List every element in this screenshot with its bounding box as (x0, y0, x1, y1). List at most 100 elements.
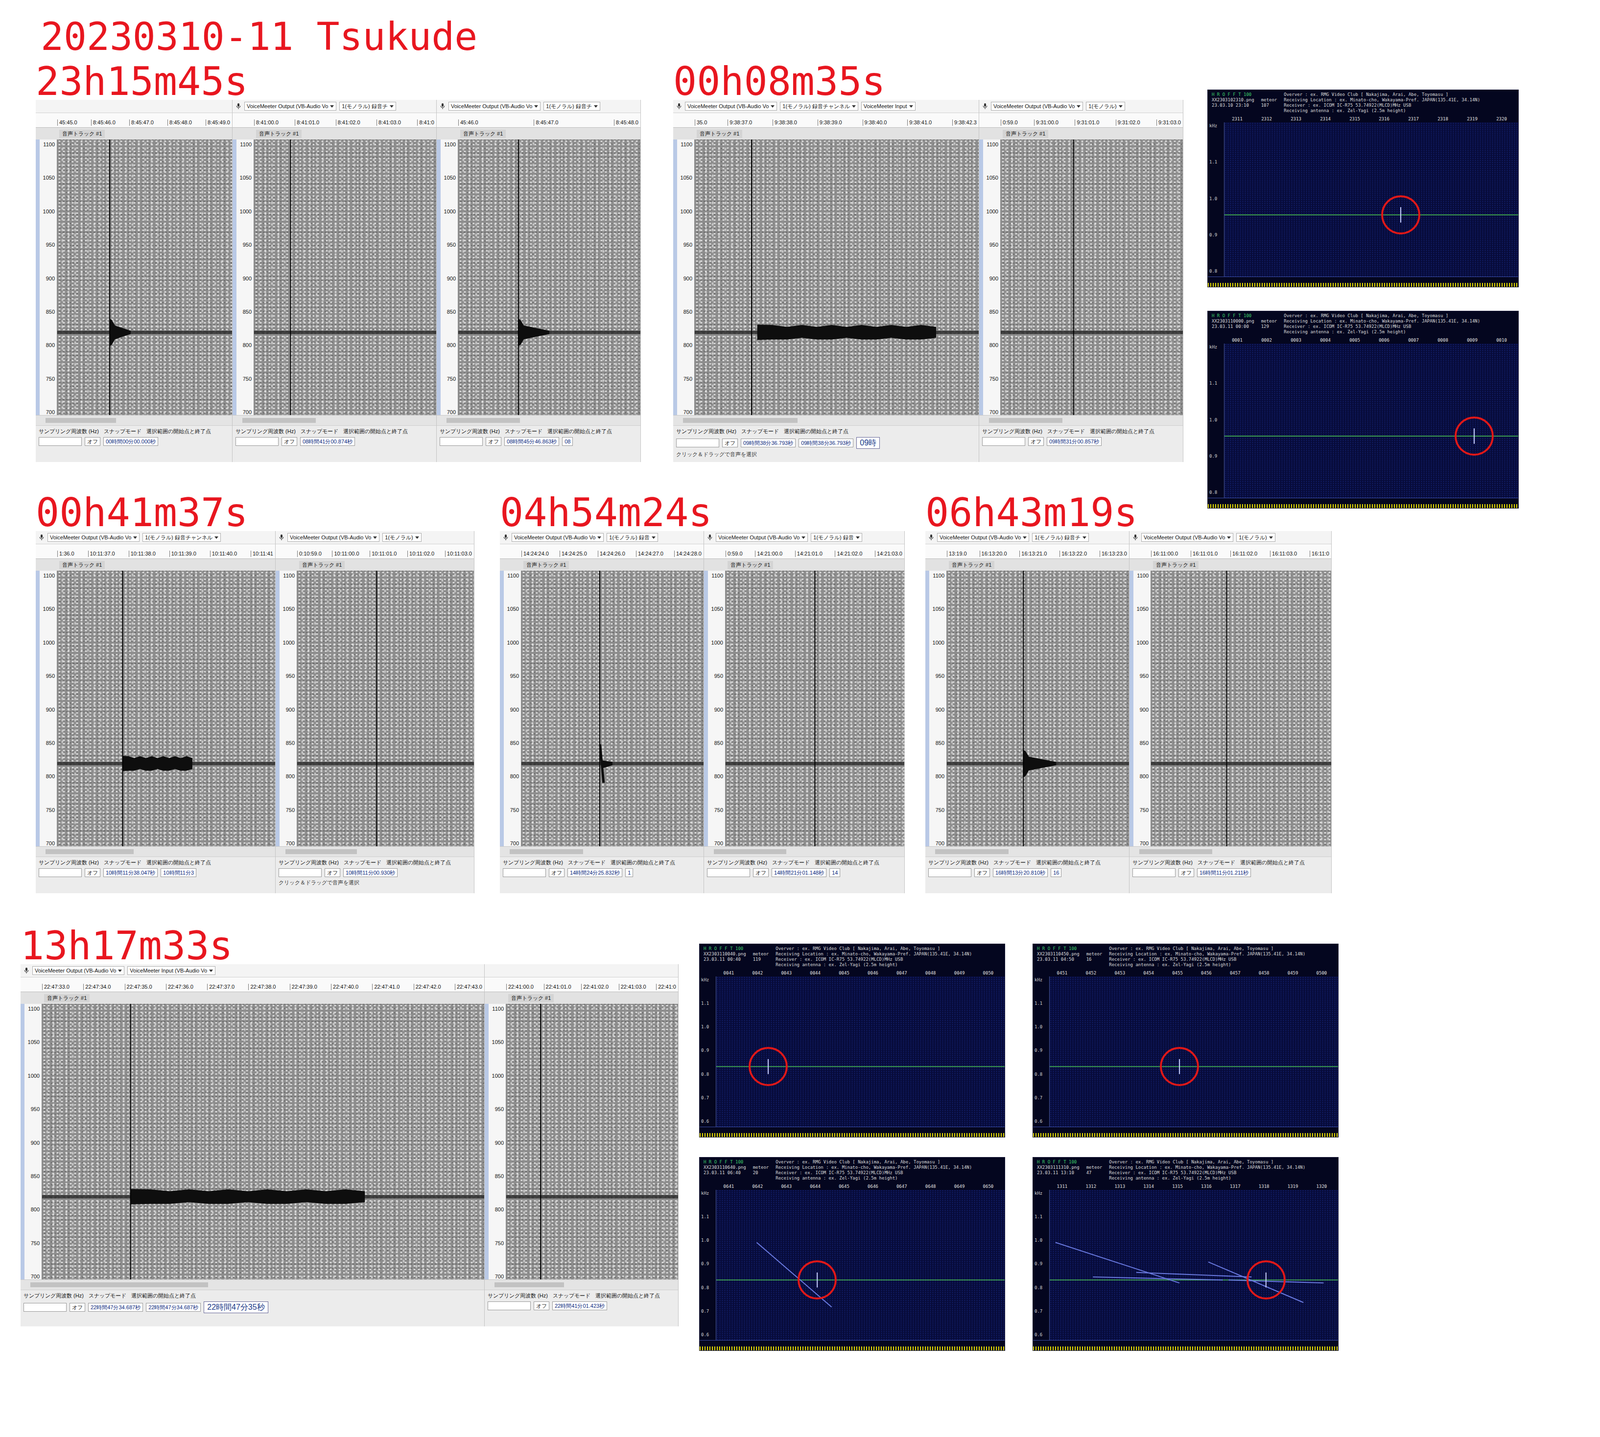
horizontal-scrollbar[interactable] (232, 415, 437, 426)
spectrogram[interactable] (946, 570, 1130, 847)
scroll-thumb[interactable] (242, 418, 316, 424)
rate-select[interactable] (38, 437, 82, 447)
play-cursor[interactable] (814, 570, 816, 847)
device-select[interactable]: VoiceMeeter Input (861, 101, 916, 111)
time-field[interactable]: 08時間41分00.874秒 (300, 437, 355, 447)
track-label[interactable]: 音声トラック #1 (523, 561, 569, 570)
time-ruler[interactable]: 16:11:00.016:11:01.016:11:02.016:11:03.0… (1129, 544, 1332, 560)
track-label[interactable]: 音声トラック #1 (299, 561, 345, 570)
device-select[interactable]: 1(モノラル) 録音チ (339, 101, 397, 111)
device-select[interactable]: 1(モノラル) 録音チャンネル (779, 101, 859, 111)
spectrogram[interactable] (1151, 570, 1332, 847)
scroll-thumb[interactable] (446, 418, 520, 424)
scroll-thumb[interactable] (45, 418, 117, 424)
track-label[interactable]: 音声トラック #1 (59, 129, 105, 139)
time-ruler[interactable]: 0:10:59.010:11:00.010:11:01.010:11:02.01… (275, 544, 474, 560)
horizontal-scrollbar[interactable] (499, 846, 704, 857)
spectrogram[interactable] (297, 570, 474, 847)
snap-select[interactable]: オフ (324, 868, 341, 878)
time-ruler[interactable]: 1:36.010:11:37.010:11:38.010:11:39.010:1… (35, 544, 276, 560)
time-field[interactable]: 08時間45分46.863秒 (504, 437, 560, 447)
track-label[interactable]: 音声トラック #1 (460, 129, 506, 139)
device-select[interactable]: VoiceMeeter Output (VB-Audio Vo (511, 533, 604, 542)
time-ruler[interactable]: 14:24:24.014:24:25.014:24:26.014:24:27.0… (499, 544, 704, 560)
horizontal-scrollbar[interactable] (484, 1279, 679, 1291)
time-field[interactable]: 00時間00分00.000秒 (103, 437, 159, 447)
horizontal-scrollbar[interactable] (925, 846, 1130, 857)
play-cursor[interactable] (376, 570, 377, 847)
scroll-thumb[interactable] (509, 849, 584, 855)
time-ruler[interactable]: 22:41:00.022:41:01.022:41:02.022:41:03.0… (484, 977, 679, 993)
device-select[interactable]: 1(モノラル) 録音チャンネル (142, 533, 221, 542)
time-ruler[interactable]: 0:59.014:21:00.014:21:01.014:21:02.014:2… (704, 544, 905, 560)
play-cursor[interactable] (1226, 570, 1228, 847)
rate-select[interactable] (38, 868, 82, 878)
track-label[interactable]: 音声トラック #1 (1002, 129, 1049, 139)
snap-select[interactable]: オフ (722, 438, 738, 448)
scroll-thumb[interactable] (713, 849, 787, 855)
play-cursor[interactable] (1022, 570, 1024, 847)
spectrogram[interactable] (254, 139, 437, 416)
horizontal-scrollbar[interactable] (979, 415, 1183, 426)
rate-select[interactable] (928, 868, 972, 878)
track-label[interactable]: 音声トラック #1 (727, 561, 774, 570)
play-cursor[interactable] (751, 139, 753, 416)
track-label[interactable]: 音声トラック #1 (508, 994, 554, 1003)
scroll-thumb[interactable] (1139, 849, 1213, 855)
scroll-thumb[interactable] (285, 849, 357, 855)
horizontal-scrollbar[interactable] (673, 415, 979, 426)
rate-select[interactable] (676, 438, 720, 448)
time-field[interactable]: 09時間31分00.857秒 (1046, 437, 1102, 447)
spectrogram[interactable] (521, 570, 704, 847)
rate-select[interactable] (502, 868, 546, 878)
horizontal-scrollbar[interactable] (1129, 846, 1332, 857)
snap-select[interactable]: オフ (533, 1301, 550, 1311)
rate-select[interactable] (23, 1303, 67, 1313)
time-ruler[interactable]: 22:47:33.022:47:34.022:47:35.022:47:36.0… (20, 977, 485, 993)
spectrogram[interactable] (506, 1004, 679, 1280)
track-label[interactable]: 音声トラック #1 (696, 129, 743, 139)
snap-select[interactable]: オフ (1178, 868, 1195, 878)
play-cursor[interactable] (1073, 139, 1075, 416)
horizontal-scrollbar[interactable] (275, 846, 474, 857)
device-select[interactable]: VoiceMeeter Input (VB-Audio Vo (127, 966, 216, 976)
play-cursor[interactable] (540, 1004, 542, 1280)
device-select[interactable]: 1(モノラル) 録音チ (1032, 533, 1089, 542)
device-select[interactable]: 1(モノラル) 録音 (606, 533, 659, 542)
horizontal-scrollbar[interactable] (704, 846, 905, 857)
time-ruler[interactable]: 0:59.09:31:00.09:31:01.09:31:02.09:31:03… (979, 113, 1183, 128)
time-field[interactable]: 16時間11分01.211秒 (1197, 868, 1251, 878)
time-field[interactable]: 16時間13分20.810秒 (992, 868, 1048, 878)
rate-select[interactable] (1132, 868, 1176, 878)
snap-select[interactable]: オフ (84, 437, 101, 447)
snap-select[interactable]: オフ (974, 868, 990, 878)
track-label[interactable]: 音声トラック #1 (44, 994, 90, 1003)
horizontal-scrollbar[interactable] (20, 1279, 485, 1291)
spectrogram[interactable] (694, 139, 979, 416)
device-select[interactable]: 1(モノラル) 録音 (810, 533, 863, 542)
device-select[interactable]: VoiceMeeter Output (VB-Audio Vo (990, 101, 1083, 111)
time-ruler[interactable]: 13:19.016:13:20.016:13:21.016:13:22.016:… (925, 544, 1130, 560)
device-select[interactable]: VoiceMeeter Output (VB-Audio Vo (287, 533, 380, 542)
time-field[interactable]: 10時間11分38.047秒 (103, 868, 158, 878)
scroll-thumb[interactable] (494, 1282, 565, 1288)
device-select[interactable]: VoiceMeeter Output (VB-Audio Vo (1141, 533, 1234, 542)
spectrogram[interactable] (42, 1004, 485, 1280)
device-select[interactable]: VoiceMeeter Output (VB-Audio Vo (715, 533, 808, 542)
time-field[interactable]: 10時間11分3 (160, 868, 197, 878)
spectrogram[interactable] (57, 139, 233, 416)
track-label[interactable]: 音声トラック #1 (256, 129, 302, 139)
play-cursor[interactable] (289, 139, 291, 416)
device-select[interactable]: VoiceMeeter Output (VB-Audio Vo (937, 533, 1030, 542)
horizontal-scrollbar[interactable] (35, 846, 276, 857)
time-ruler[interactable]: 8:41:00.08:41:01.08:41:02.08:41:03.08:41… (232, 113, 437, 128)
snap-select[interactable]: オフ (69, 1303, 86, 1313)
spectrogram[interactable] (725, 570, 905, 847)
scroll-thumb[interactable] (988, 418, 1063, 424)
horizontal-scrollbar[interactable] (35, 415, 233, 426)
rate-select[interactable] (982, 437, 1026, 447)
time-field[interactable]: 08 (562, 437, 573, 447)
device-select[interactable]: VoiceMeeter Output (VB-Audio Vo (47, 533, 140, 542)
scroll-thumb[interactable] (45, 849, 134, 855)
time-field[interactable]: 14時間24分25.832秒 (567, 868, 623, 878)
